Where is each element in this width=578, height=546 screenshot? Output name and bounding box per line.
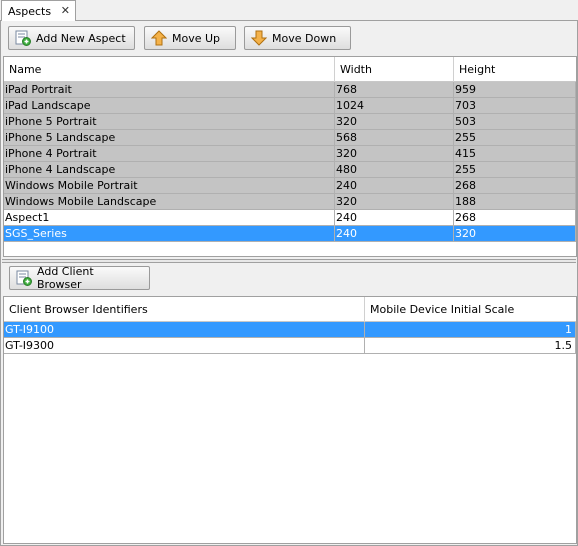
cell-name: Windows Mobile Landscape	[4, 194, 335, 210]
cell-name: iPhone 5 Portrait	[4, 114, 335, 130]
tab-strip: Aspects ✕	[0, 0, 578, 21]
cell-scale: 1.5	[365, 338, 576, 354]
column-header-height[interactable]: Height	[454, 57, 576, 82]
cell-height: 255	[454, 130, 576, 146]
move-down-label: Move Down	[272, 31, 337, 45]
add-aspect-icon	[15, 30, 31, 46]
tab-title: Aspects	[8, 4, 52, 18]
cell-name: iPhone 5 Landscape	[4, 130, 335, 146]
cell-height: 268	[454, 210, 576, 226]
add-client-browser-label: Add Client Browser	[37, 265, 94, 291]
cell-width: 1024	[335, 98, 454, 114]
cell-name: Windows Mobile Portrait	[4, 178, 335, 194]
cell-width: 320	[335, 194, 454, 210]
aspects-panel: Add New Aspect Move Up Move Down Name Wi…	[0, 21, 578, 546]
table-row[interactable]: iPhone 4 Portrait 320 415	[4, 146, 576, 162]
split-pane-divider[interactable]	[2, 259, 576, 263]
column-header-name[interactable]: Name	[4, 57, 335, 82]
cell-name: iPhone 4 Landscape	[4, 162, 335, 178]
cell-width: 568	[335, 130, 454, 146]
cell-name: iPad Portrait	[4, 82, 335, 98]
cell-name: Aspect1	[4, 210, 335, 226]
table-row[interactable]: Windows Mobile Portrait 240 268	[4, 178, 576, 194]
table-row[interactable]: GT-I9100 1	[4, 322, 576, 338]
client-browser-table: Client Browser Identifiers Mobile Device…	[3, 296, 577, 544]
cell-width: 320	[335, 146, 454, 162]
arrow-down-icon	[250, 30, 268, 46]
cell-height: 415	[454, 146, 576, 162]
column-header-width[interactable]: Width	[335, 57, 454, 82]
column-header-identifiers[interactable]: Client Browser Identifiers	[4, 297, 365, 322]
add-new-aspect-button[interactable]: Add New Aspect	[8, 26, 135, 50]
cell-id: GT-I9100	[4, 322, 365, 338]
move-up-button[interactable]: Move Up	[144, 26, 236, 50]
cell-height: 188	[454, 194, 576, 210]
cell-height: 959	[454, 82, 576, 98]
table-row[interactable]: iPad Landscape 1024 703	[4, 98, 576, 114]
cell-width: 240	[335, 178, 454, 194]
table-row[interactable]: iPad Portrait 768 959	[4, 82, 576, 98]
cell-height: 320	[454, 226, 576, 242]
column-header-initial-scale[interactable]: Mobile Device Initial Scale	[365, 297, 576, 322]
cell-id: GT-I9300	[4, 338, 365, 354]
cell-height: 268	[454, 178, 576, 194]
move-up-label: Move Up	[172, 31, 221, 45]
table-row[interactable]: iPhone 4 Landscape 480 255	[4, 162, 576, 178]
cell-width: 480	[335, 162, 454, 178]
cell-width: 768	[335, 82, 454, 98]
aspects-table: Name Width Height iPad Portrait 768 959 iPa…	[3, 56, 577, 257]
aspects-table-header: Name Width Height	[4, 57, 576, 82]
add-browser-icon	[16, 270, 32, 286]
cell-name: iPad Landscape	[4, 98, 335, 114]
tab-aspects[interactable]: Aspects ✕	[1, 0, 76, 21]
cell-height: 703	[454, 98, 576, 114]
cell-width: 320	[335, 114, 454, 130]
table-row[interactable]: Aspect1 240 268	[4, 210, 576, 226]
move-down-button[interactable]: Move Down	[244, 26, 351, 50]
cell-height: 255	[454, 162, 576, 178]
cell-name: iPhone 4 Portrait	[4, 146, 335, 162]
cell-width: 240	[335, 210, 454, 226]
cell-scale: 1	[365, 322, 576, 338]
table-row[interactable]: iPhone 5 Landscape 568 255	[4, 130, 576, 146]
cell-width: 240	[335, 226, 454, 242]
arrow-up-icon	[150, 30, 168, 46]
add-new-aspect-label: Add New Aspect	[36, 31, 126, 45]
table-row[interactable]: iPhone 5 Portrait 320 503	[4, 114, 576, 130]
table-row[interactable]: GT-I9300 1.5	[4, 338, 576, 354]
table-row[interactable]: Windows Mobile Landscape 320 188	[4, 194, 576, 210]
close-icon[interactable]: ✕	[61, 4, 70, 17]
cell-height: 503	[454, 114, 576, 130]
client-browser-table-header: Client Browser Identifiers Mobile Device…	[4, 297, 576, 322]
add-client-browser-button[interactable]: Add Client Browser	[9, 265, 150, 291]
table-row[interactable]: SGS_Series 240 320	[4, 226, 576, 242]
cell-name: SGS_Series	[4, 226, 335, 242]
